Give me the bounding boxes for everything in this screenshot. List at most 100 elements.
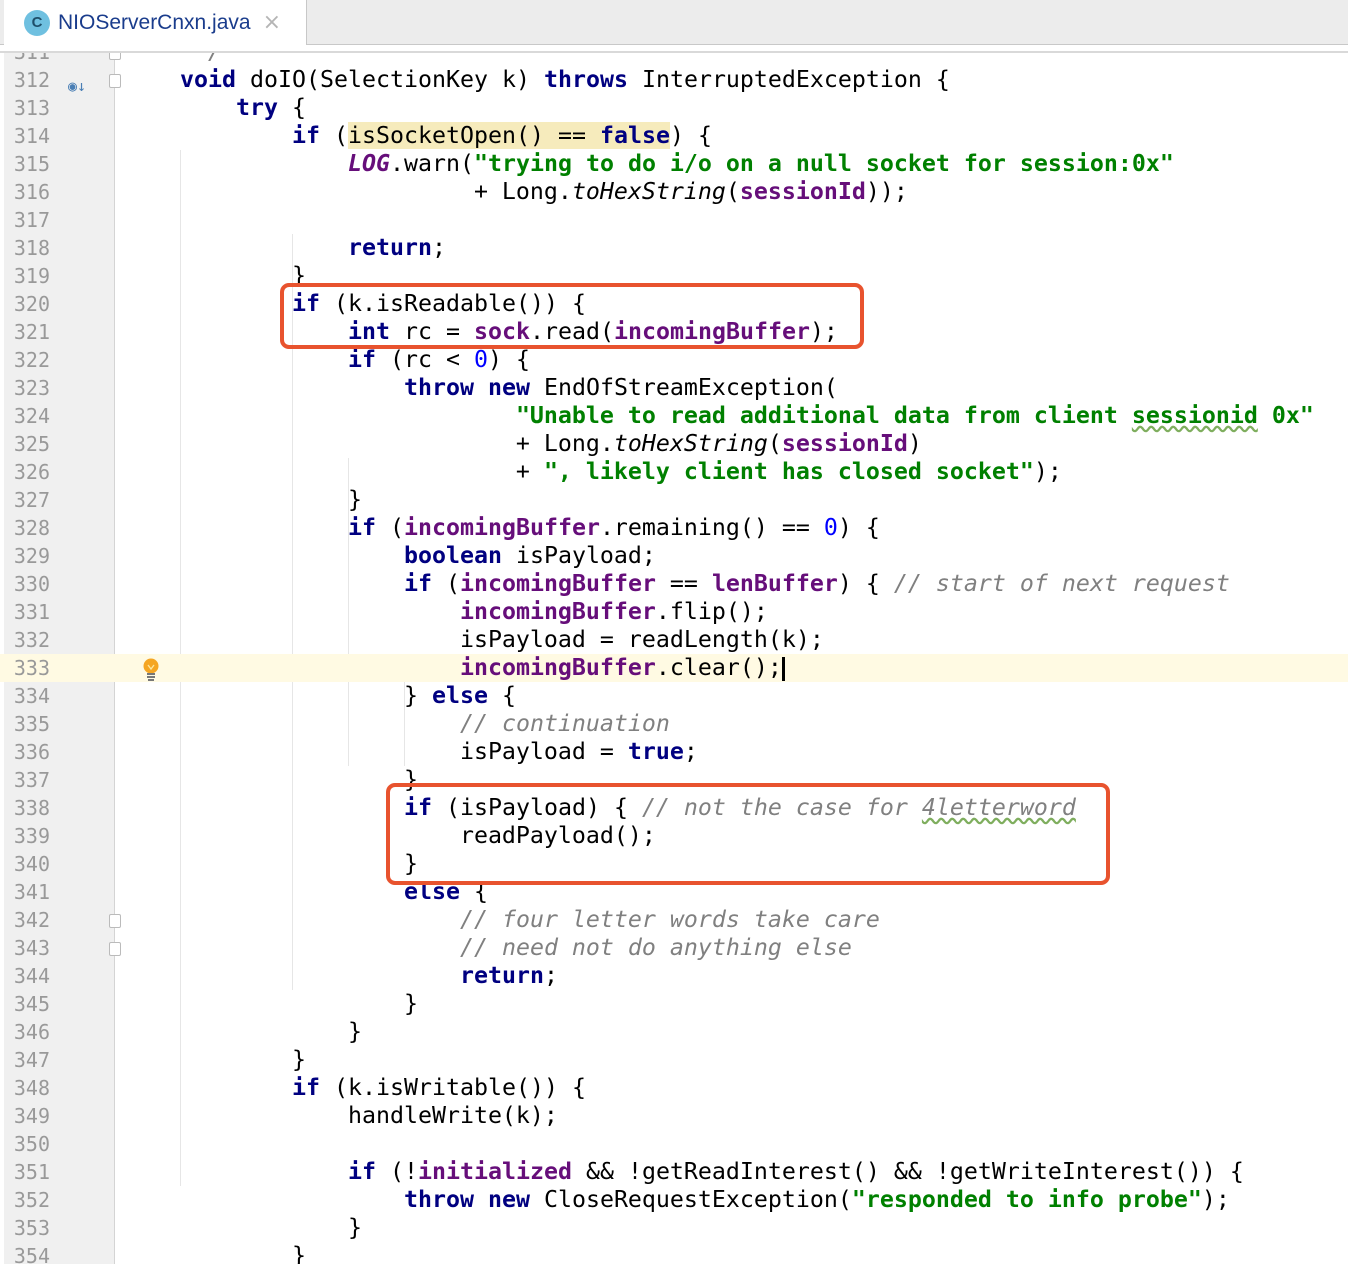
code-token: } [124, 682, 432, 709]
code-line[interactable]: 324 "Unable to read additional data from… [0, 402, 1348, 430]
code-token: } [124, 1214, 362, 1241]
code-token: ); [1033, 458, 1062, 485]
code-token: EndOfStreamException( [529, 374, 838, 401]
close-icon[interactable]: × [263, 10, 281, 35]
code-line[interactable]: 336 isPayload = true; [0, 738, 1348, 766]
code-token: // need not do anything else [459, 934, 852, 961]
code-text: "Unable to read additional data from cli… [124, 402, 1314, 430]
code-text: incomingBuffer.clear(); [124, 654, 785, 682]
line-number: 312 [13, 68, 50, 92]
code-line[interactable]: 330 if (incomingBuffer == lenBuffer) { /… [0, 570, 1348, 598]
fold-marker-icon[interactable] [109, 914, 121, 928]
code-line[interactable]: 353 } [0, 1214, 1348, 1242]
code-token: boolean [403, 542, 502, 569]
code-line[interactable]: 329 boolean isPayload; [0, 542, 1348, 570]
code-lines: 311 */312 void doIO(SelectionKey k) thro… [0, 53, 1348, 1264]
lightbulb-intention-icon[interactable] [142, 658, 160, 682]
code-token: handleWrite(k); [124, 1102, 558, 1129]
code-line[interactable]: 331 incomingBuffer.flip(); [0, 598, 1348, 626]
code-line[interactable]: 347 } [0, 1046, 1348, 1074]
line-number: 318 [13, 236, 50, 260]
code-token: if [347, 1158, 376, 1185]
code-line[interactable]: 325 + Long.toHexString(sessionId) [0, 430, 1348, 458]
code-line[interactable]: 335 // continuation [0, 710, 1348, 738]
code-line[interactable]: 328 if (incomingBuffer.remaining() == 0)… [0, 514, 1348, 542]
code-line[interactable]: 327 } [0, 486, 1348, 514]
code-text: LOG.warn("trying to do i/o on a null soc… [124, 150, 1174, 178]
code-token: toHexString [613, 430, 768, 457]
code-line[interactable]: 351 if (!initialized && !getReadInterest… [0, 1158, 1348, 1186]
line-number: 319 [13, 264, 50, 288]
text-caret [781, 656, 785, 681]
code-line[interactable]: 345 } [0, 990, 1348, 1018]
code-token: return [347, 234, 432, 261]
code-token: if [347, 346, 376, 373]
code-token: .remaining() == [599, 514, 824, 541]
code-editor[interactable]: 311 */312 void doIO(SelectionKey k) thro… [0, 53, 1348, 1264]
class-icon: C [24, 9, 50, 36]
code-token: { [277, 94, 306, 121]
code-line[interactable]: 332 isPayload = readLength(k); [0, 626, 1348, 654]
code-token: initialized [417, 1158, 572, 1185]
code-line[interactable]: 342 // four letter words take care [0, 906, 1348, 934]
code-token: isSocketOpen() == [347, 122, 600, 149]
code-text: } [124, 990, 418, 1018]
code-token: InterruptedException { [627, 66, 950, 93]
code-token: sessionId [739, 178, 866, 205]
line-number: 351 [13, 1160, 50, 1184]
tab-nioservercnxn-java[interactable]: C NIOServerCnxn.java × [4, 0, 307, 45]
code-line[interactable]: 354 } [0, 1242, 1348, 1264]
code-line[interactable]: 348 if (k.isWritable()) { [0, 1074, 1348, 1102]
code-line[interactable]: 311 */ [0, 53, 1348, 66]
line-number: 340 [13, 852, 50, 876]
line-number: 328 [13, 516, 50, 540]
code-line[interactable]: 315 LOG.warn("trying to do i/o on a null… [0, 150, 1348, 178]
code-line[interactable]: 334 } else { [0, 682, 1348, 710]
code-line[interactable]: 314 if (isSocketOpen() == false) { [0, 122, 1348, 150]
code-line[interactable]: 322 if (rc < 0) { [0, 346, 1348, 374]
code-line[interactable]: 323 throw new EndOfStreamException( [0, 374, 1348, 402]
fold-marker-icon[interactable] [109, 53, 121, 60]
code-token: ) { [487, 346, 530, 373]
code-line[interactable]: 344 return; [0, 962, 1348, 990]
code-token: } [124, 1018, 362, 1045]
code-line[interactable]: 326 + ", likely client has closed socket… [0, 458, 1348, 486]
line-number: 348 [13, 1076, 50, 1100]
code-text: } [124, 1214, 362, 1242]
code-line[interactable]: 312 void doIO(SelectionKey k) throws Int… [0, 66, 1348, 95]
code-line[interactable]: 313 try { [0, 94, 1348, 122]
code-token: ( [375, 514, 404, 541]
fold-marker-icon[interactable] [109, 74, 121, 88]
code-line[interactable]: 350 [0, 1130, 1348, 1158]
code-token: incomingBuffer [459, 570, 656, 597]
code-text: if (!initialized && !getReadInterest() &… [124, 1158, 1244, 1186]
code-token: .clear(); [655, 654, 782, 681]
code-text: } [124, 1018, 362, 1046]
code-line[interactable]: 349 handleWrite(k); [0, 1102, 1348, 1130]
code-line[interactable]: 333 incomingBuffer.clear(); [0, 654, 1348, 682]
code-line[interactable]: 316 + Long.toHexString(sessionId)); [0, 178, 1348, 206]
line-number: 334 [13, 684, 50, 708]
code-line[interactable]: 343 // need not do anything else [0, 934, 1348, 962]
code-line[interactable]: 318 return; [0, 234, 1348, 262]
code-token: ) { [669, 122, 712, 149]
code-token: } [124, 990, 418, 1017]
code-line[interactable]: 346 } [0, 1018, 1348, 1046]
annotation-box-isreadable [280, 283, 864, 349]
code-token: if [403, 570, 432, 597]
code-token: } [124, 850, 418, 877]
code-token: + [124, 458, 544, 485]
fold-marker-icon[interactable] [109, 942, 121, 956]
code-text: */ [124, 53, 222, 66]
code-line[interactable]: 317 [0, 206, 1348, 234]
line-number: 332 [13, 628, 50, 652]
code-text: return; [124, 962, 558, 990]
code-token: 0 [473, 346, 488, 373]
code-token: (! [375, 1158, 418, 1185]
code-line[interactable]: 352 throw new CloseRequestException("res… [0, 1186, 1348, 1214]
code-token: LOG [347, 150, 390, 177]
